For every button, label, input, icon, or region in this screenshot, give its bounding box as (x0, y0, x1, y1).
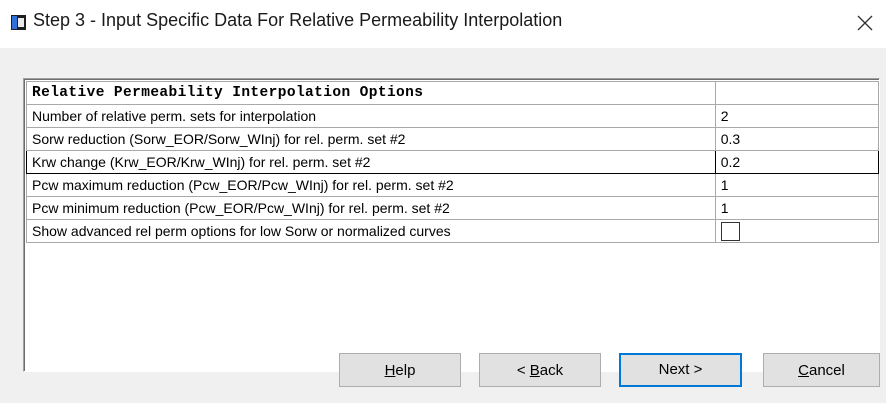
app-window-icon (11, 15, 26, 30)
grid-row: Show advanced rel perm options for low S… (26, 219, 880, 243)
close-button[interactable] (852, 10, 878, 36)
help-label-rest: elp (395, 362, 416, 379)
title-bar: Step 3 - Input Specific Data For Relativ… (0, 0, 886, 48)
grid-row: Number of relative perm. sets for interp… (26, 104, 880, 128)
grid-row: Pcw maximum reduction (Pcw_EOR/Pcw_WInj)… (26, 173, 880, 197)
grid-row: Sorw reduction (Sorw_EOR/Sorw_WInj) for … (26, 127, 880, 151)
cancel-label-rest: ancel (808, 362, 845, 379)
grid-header-label: Relative Permeability Interpolation Opti… (26, 81, 716, 105)
grid-header-value (714, 81, 880, 105)
row-label: Show advanced rel perm options for low S… (26, 219, 716, 243)
grid-row-focused: Krw change (Krw_EOR/Krw_WInj) for rel. p… (26, 150, 880, 174)
help-button[interactable]: Help (339, 353, 461, 387)
help-mnemonic: H (384, 362, 396, 379)
back-mnemonic: B (529, 362, 540, 379)
row-label: Pcw maximum reduction (Pcw_EOR/Pcw_WInj)… (26, 173, 716, 197)
options-grid: Relative Permeability Interpolation Opti… (26, 81, 880, 243)
row-label: Krw change (Krw_EOR/Krw_WInj) for rel. p… (26, 150, 716, 174)
window-title: Step 3 - Input Specific Data For Relativ… (33, 10, 563, 30)
next-label: Next > (658, 361, 703, 378)
row-value-input[interactable]: 1 (714, 196, 880, 220)
cancel-mnemonic: C (798, 362, 809, 379)
dialog-body: Relative Permeability Interpolation Opti… (0, 48, 886, 403)
row-label: Number of relative perm. sets for interp… (26, 104, 716, 128)
row-value-input[interactable]: 0.3 (714, 127, 880, 151)
grid-header-row: Relative Permeability Interpolation Opti… (26, 81, 880, 105)
advanced-options-checkbox[interactable] (720, 221, 740, 241)
advanced-options-cell (714, 219, 880, 243)
close-icon (857, 15, 873, 31)
back-prefix: < (516, 362, 530, 379)
options-grid-panel: Relative Permeability Interpolation Opti… (23, 78, 880, 372)
cancel-button[interactable]: Cancel (763, 353, 880, 387)
row-value-input[interactable]: 0.2 (714, 150, 880, 174)
grid-row: Pcw minimum reduction (Pcw_EOR/Pcw_WInj)… (26, 196, 880, 220)
row-value-input[interactable]: 2 (714, 104, 880, 128)
back-label-rest: ack (539, 362, 564, 379)
row-label: Pcw minimum reduction (Pcw_EOR/Pcw_WInj)… (26, 196, 716, 220)
row-label: Sorw reduction (Sorw_EOR/Sorw_WInj) for … (26, 127, 716, 151)
back-button[interactable]: < Back (479, 353, 601, 387)
next-button[interactable]: Next > (619, 353, 742, 387)
row-value-input[interactable]: 1 (714, 173, 880, 197)
